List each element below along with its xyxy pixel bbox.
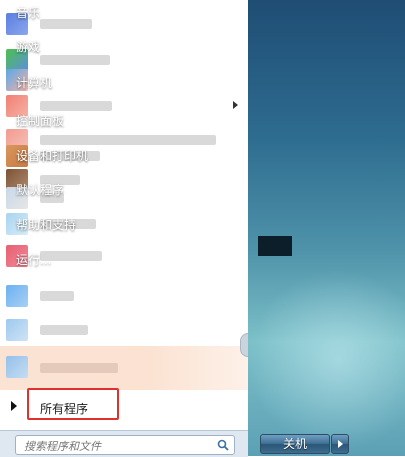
- menu-item-label: 帮助和支持: [16, 218, 77, 232]
- user-picture-placeholder: [258, 236, 292, 256]
- shutdown-button[interactable]: 关机: [260, 434, 330, 454]
- menu-item-label: 游戏: [16, 40, 41, 54]
- program-label-blurred: [40, 291, 74, 301]
- menu-item-computer[interactable]: 计算机: [10, 70, 150, 96]
- search-icon[interactable]: [217, 439, 229, 451]
- menu-item-music[interactable]: 音乐: [10, 0, 150, 26]
- shutdown-options-button[interactable]: [331, 434, 349, 454]
- menu-item-label: 控制面板: [16, 114, 65, 128]
- search-box[interactable]: [15, 435, 235, 455]
- red-annotation-box: [27, 388, 119, 420]
- menu-item-label: 设备和打印机: [16, 149, 89, 163]
- menu-item-run[interactable]: 运行...: [10, 247, 150, 273]
- program-label-blurred: [40, 363, 118, 373]
- background-glow: [248, 0, 405, 456]
- menu-item-games[interactable]: 游戏: [10, 34, 150, 60]
- menu-item-help-support[interactable]: 帮助和支持: [10, 212, 150, 238]
- menu-item-label: 计算机: [16, 76, 53, 90]
- menu-item-label: 音乐: [16, 6, 41, 20]
- expand-arrow-icon: [11, 401, 17, 411]
- menu-item-label: 运行...: [16, 253, 52, 267]
- menu-item-default-programs[interactable]: 默认程序: [10, 177, 150, 203]
- menu-item-label: 默认程序: [16, 183, 65, 197]
- program-icon: [6, 356, 28, 378]
- highlighted-program-item[interactable]: [0, 346, 248, 390]
- program-icon: [6, 319, 28, 341]
- search-input[interactable]: [22, 437, 206, 455]
- program-item[interactable]: [0, 316, 246, 344]
- menu-item-control-panel[interactable]: 控制面板: [10, 108, 150, 134]
- start-menu-places-pane: [248, 0, 405, 456]
- chevron-right-icon: [338, 440, 343, 448]
- submenu-arrow-icon: [233, 101, 238, 109]
- program-item[interactable]: [0, 282, 246, 310]
- shutdown-label: 关机: [282, 437, 307, 451]
- menu-item-devices-printers[interactable]: 设备和打印机: [10, 143, 150, 169]
- program-icon: [6, 285, 28, 307]
- program-label-blurred: [40, 325, 88, 335]
